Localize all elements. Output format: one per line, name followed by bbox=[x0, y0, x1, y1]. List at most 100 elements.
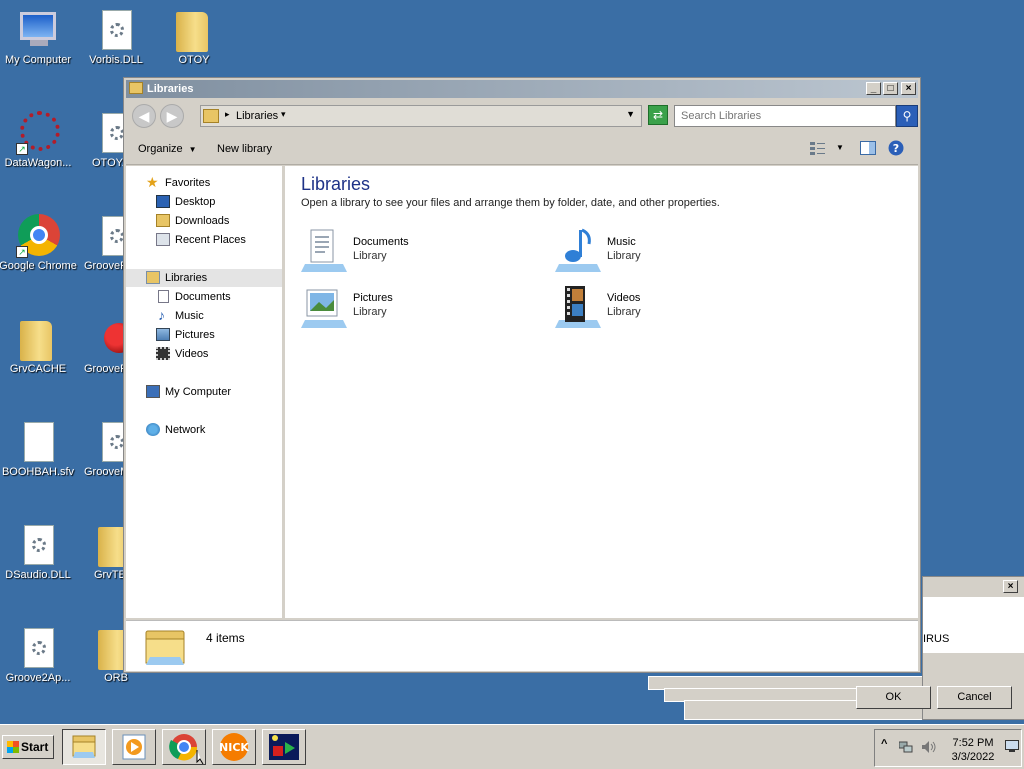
desktop-icon-boohbah-sfv[interactable]: BOOHBAH.sfv bbox=[0, 412, 78, 478]
clock-time: 7:52 PM bbox=[952, 737, 994, 749]
network-tray-icon[interactable] bbox=[898, 740, 913, 754]
show-desktop-icon[interactable] bbox=[1005, 740, 1019, 752]
taskbar: Start NICK ^ 7:52 PM 3/3/2022 bbox=[0, 724, 1024, 769]
nick-icon: NICK bbox=[219, 733, 249, 761]
address-bar[interactable]: ▸ Libraries ▾ ▼ bbox=[200, 105, 642, 127]
nav-downloads[interactable]: Downloads bbox=[126, 212, 282, 230]
close-button[interactable]: × bbox=[901, 82, 916, 95]
folder-icon bbox=[176, 12, 208, 52]
search-input[interactable] bbox=[674, 105, 896, 127]
organize-button[interactable]: Organize ▼ bbox=[138, 143, 197, 155]
pictures-library-icon bbox=[301, 284, 347, 330]
desktop-icon-groove2ap[interactable]: Groove2Ap... bbox=[0, 618, 78, 684]
videos-icon bbox=[156, 347, 170, 360]
libraries-icon bbox=[129, 82, 143, 94]
title-bar[interactable]: Libraries _ □ × bbox=[126, 80, 918, 98]
desktop-icon-vorbis-dll[interactable]: Vorbis.DLL bbox=[76, 0, 156, 66]
item-count: 4 items bbox=[206, 631, 245, 645]
nav-network[interactable]: Network bbox=[126, 421, 282, 439]
taskbar-explorer-button[interactable] bbox=[62, 729, 106, 765]
libraries-window: Libraries _ □ × ◀ ▶ ▸ Libraries ▾ ▼ ⇄ ⚲ … bbox=[123, 77, 921, 673]
details-pane: 4 items bbox=[126, 620, 918, 671]
recent-places-icon bbox=[156, 233, 170, 246]
content-subtitle: Open a library to see your files and arr… bbox=[301, 197, 720, 209]
computer-icon bbox=[20, 12, 56, 40]
dll-file-icon bbox=[24, 525, 54, 565]
file-icon bbox=[24, 422, 54, 462]
preview-pane-icon[interactable] bbox=[860, 141, 876, 155]
music-note-icon: ♪ bbox=[158, 307, 165, 323]
library-music[interactable]: Music Library bbox=[555, 228, 775, 276]
content-title: Libraries bbox=[301, 174, 371, 194]
nav-recent-places[interactable]: Recent Places bbox=[126, 231, 282, 249]
navigation-pane: ★ Favorites Desktop Downloads Recent Pla… bbox=[126, 166, 285, 618]
taskbar-nick-button[interactable]: NICK bbox=[212, 729, 256, 765]
nav-favorites[interactable]: ★ Favorites bbox=[126, 174, 282, 192]
explorer-icon bbox=[72, 735, 96, 758]
libraries-icon bbox=[146, 271, 160, 284]
window-title: Libraries bbox=[147, 83, 194, 95]
libraries-folder-icon bbox=[144, 627, 188, 667]
documents-library-icon bbox=[301, 228, 347, 274]
nav-my-computer[interactable]: My Computer bbox=[126, 383, 282, 401]
chrome-icon bbox=[169, 734, 204, 765]
nav-pictures[interactable]: Pictures bbox=[126, 326, 282, 344]
show-hidden-icons-chevron[interactable]: ^ bbox=[881, 738, 887, 750]
taskbar-chrome-button[interactable] bbox=[162, 729, 206, 765]
documents-icon bbox=[158, 290, 169, 303]
windows-flag-icon bbox=[7, 741, 19, 753]
help-icon[interactable]: ? bbox=[888, 140, 904, 156]
nav-documents[interactable]: Documents bbox=[126, 288, 282, 306]
content-pane: Libraries Open a library to see your fil… bbox=[285, 166, 918, 618]
maximize-button[interactable]: □ bbox=[883, 82, 898, 95]
nav-desktop[interactable]: Desktop bbox=[126, 193, 282, 211]
minimize-button[interactable]: _ bbox=[866, 82, 881, 95]
breadcrumb-dropdown-icon[interactable]: ▾ bbox=[281, 109, 286, 120]
volume-icon[interactable] bbox=[921, 740, 937, 754]
nav-libraries[interactable]: Libraries bbox=[126, 269, 282, 287]
desktop-icon bbox=[156, 195, 170, 208]
media-player-icon bbox=[122, 734, 146, 760]
libraries-icon bbox=[203, 109, 219, 123]
computer-icon bbox=[146, 385, 160, 398]
new-library-button[interactable]: New library bbox=[217, 143, 272, 155]
desktop-icon-dsaudio-dll[interactable]: DSaudio.DLL bbox=[0, 515, 78, 581]
desktop-icon-my-computer[interactable]: My Computer bbox=[0, 0, 78, 66]
nav-music[interactable]: ♪ Music bbox=[126, 307, 282, 325]
taskbar-app-button[interactable] bbox=[262, 729, 306, 765]
start-button[interactable]: Start bbox=[2, 735, 54, 759]
network-icon bbox=[146, 423, 160, 436]
library-documents[interactable]: Documents Library bbox=[301, 228, 521, 276]
clock-date: 3/3/2022 bbox=[951, 751, 995, 763]
app-icon bbox=[269, 734, 299, 760]
dialog-cancel-button[interactable]: Cancel bbox=[937, 686, 1012, 709]
library-pictures[interactable]: Pictures Library bbox=[301, 284, 521, 332]
search-icon[interactable]: ⚲ bbox=[896, 105, 918, 127]
pictures-icon bbox=[156, 328, 170, 341]
forward-button[interactable]: ▶ bbox=[160, 104, 184, 128]
videos-library-icon bbox=[555, 284, 601, 330]
desktop-icon-datawagon[interactable]: ↗ DataWagon... bbox=[0, 103, 78, 169]
refresh-icon[interactable]: ⇄ bbox=[648, 105, 668, 125]
star-icon: ★ bbox=[146, 174, 159, 190]
breadcrumb-libraries[interactable]: Libraries bbox=[236, 110, 278, 122]
change-view-icon[interactable] bbox=[810, 141, 826, 155]
dll-file-icon bbox=[24, 628, 54, 668]
back-button[interactable]: ◀ bbox=[132, 104, 156, 128]
address-history-dropdown-icon[interactable]: ▼ bbox=[626, 109, 635, 119]
desktop-icon-otoy[interactable]: OTOY bbox=[154, 0, 234, 66]
nav-videos[interactable]: Videos bbox=[126, 345, 282, 363]
taskbar-media-player-button[interactable] bbox=[112, 729, 156, 765]
command-bar: Organize ▼ New library ▼ ? bbox=[126, 134, 918, 165]
desktop-icon-grvcache[interactable]: GrvCACHE bbox=[0, 309, 78, 375]
breadcrumb-arrow-icon[interactable]: ▸ bbox=[225, 109, 230, 120]
folder-icon bbox=[20, 321, 52, 361]
clock[interactable]: 7:52 PM 3/3/2022 bbox=[945, 736, 1001, 764]
desktop-icon-google-chrome[interactable]: ↗ Google Chrome bbox=[0, 206, 78, 272]
dll-file-icon bbox=[102, 10, 132, 50]
view-options-dropdown-icon[interactable]: ▼ bbox=[836, 143, 852, 157]
library-videos[interactable]: Videos Library bbox=[555, 284, 775, 332]
system-tray: ^ 7:52 PM 3/3/2022 bbox=[874, 729, 1022, 767]
dialog-close-button[interactable]: × bbox=[1003, 580, 1018, 593]
dialog-ok-button[interactable]: OK bbox=[856, 686, 931, 709]
